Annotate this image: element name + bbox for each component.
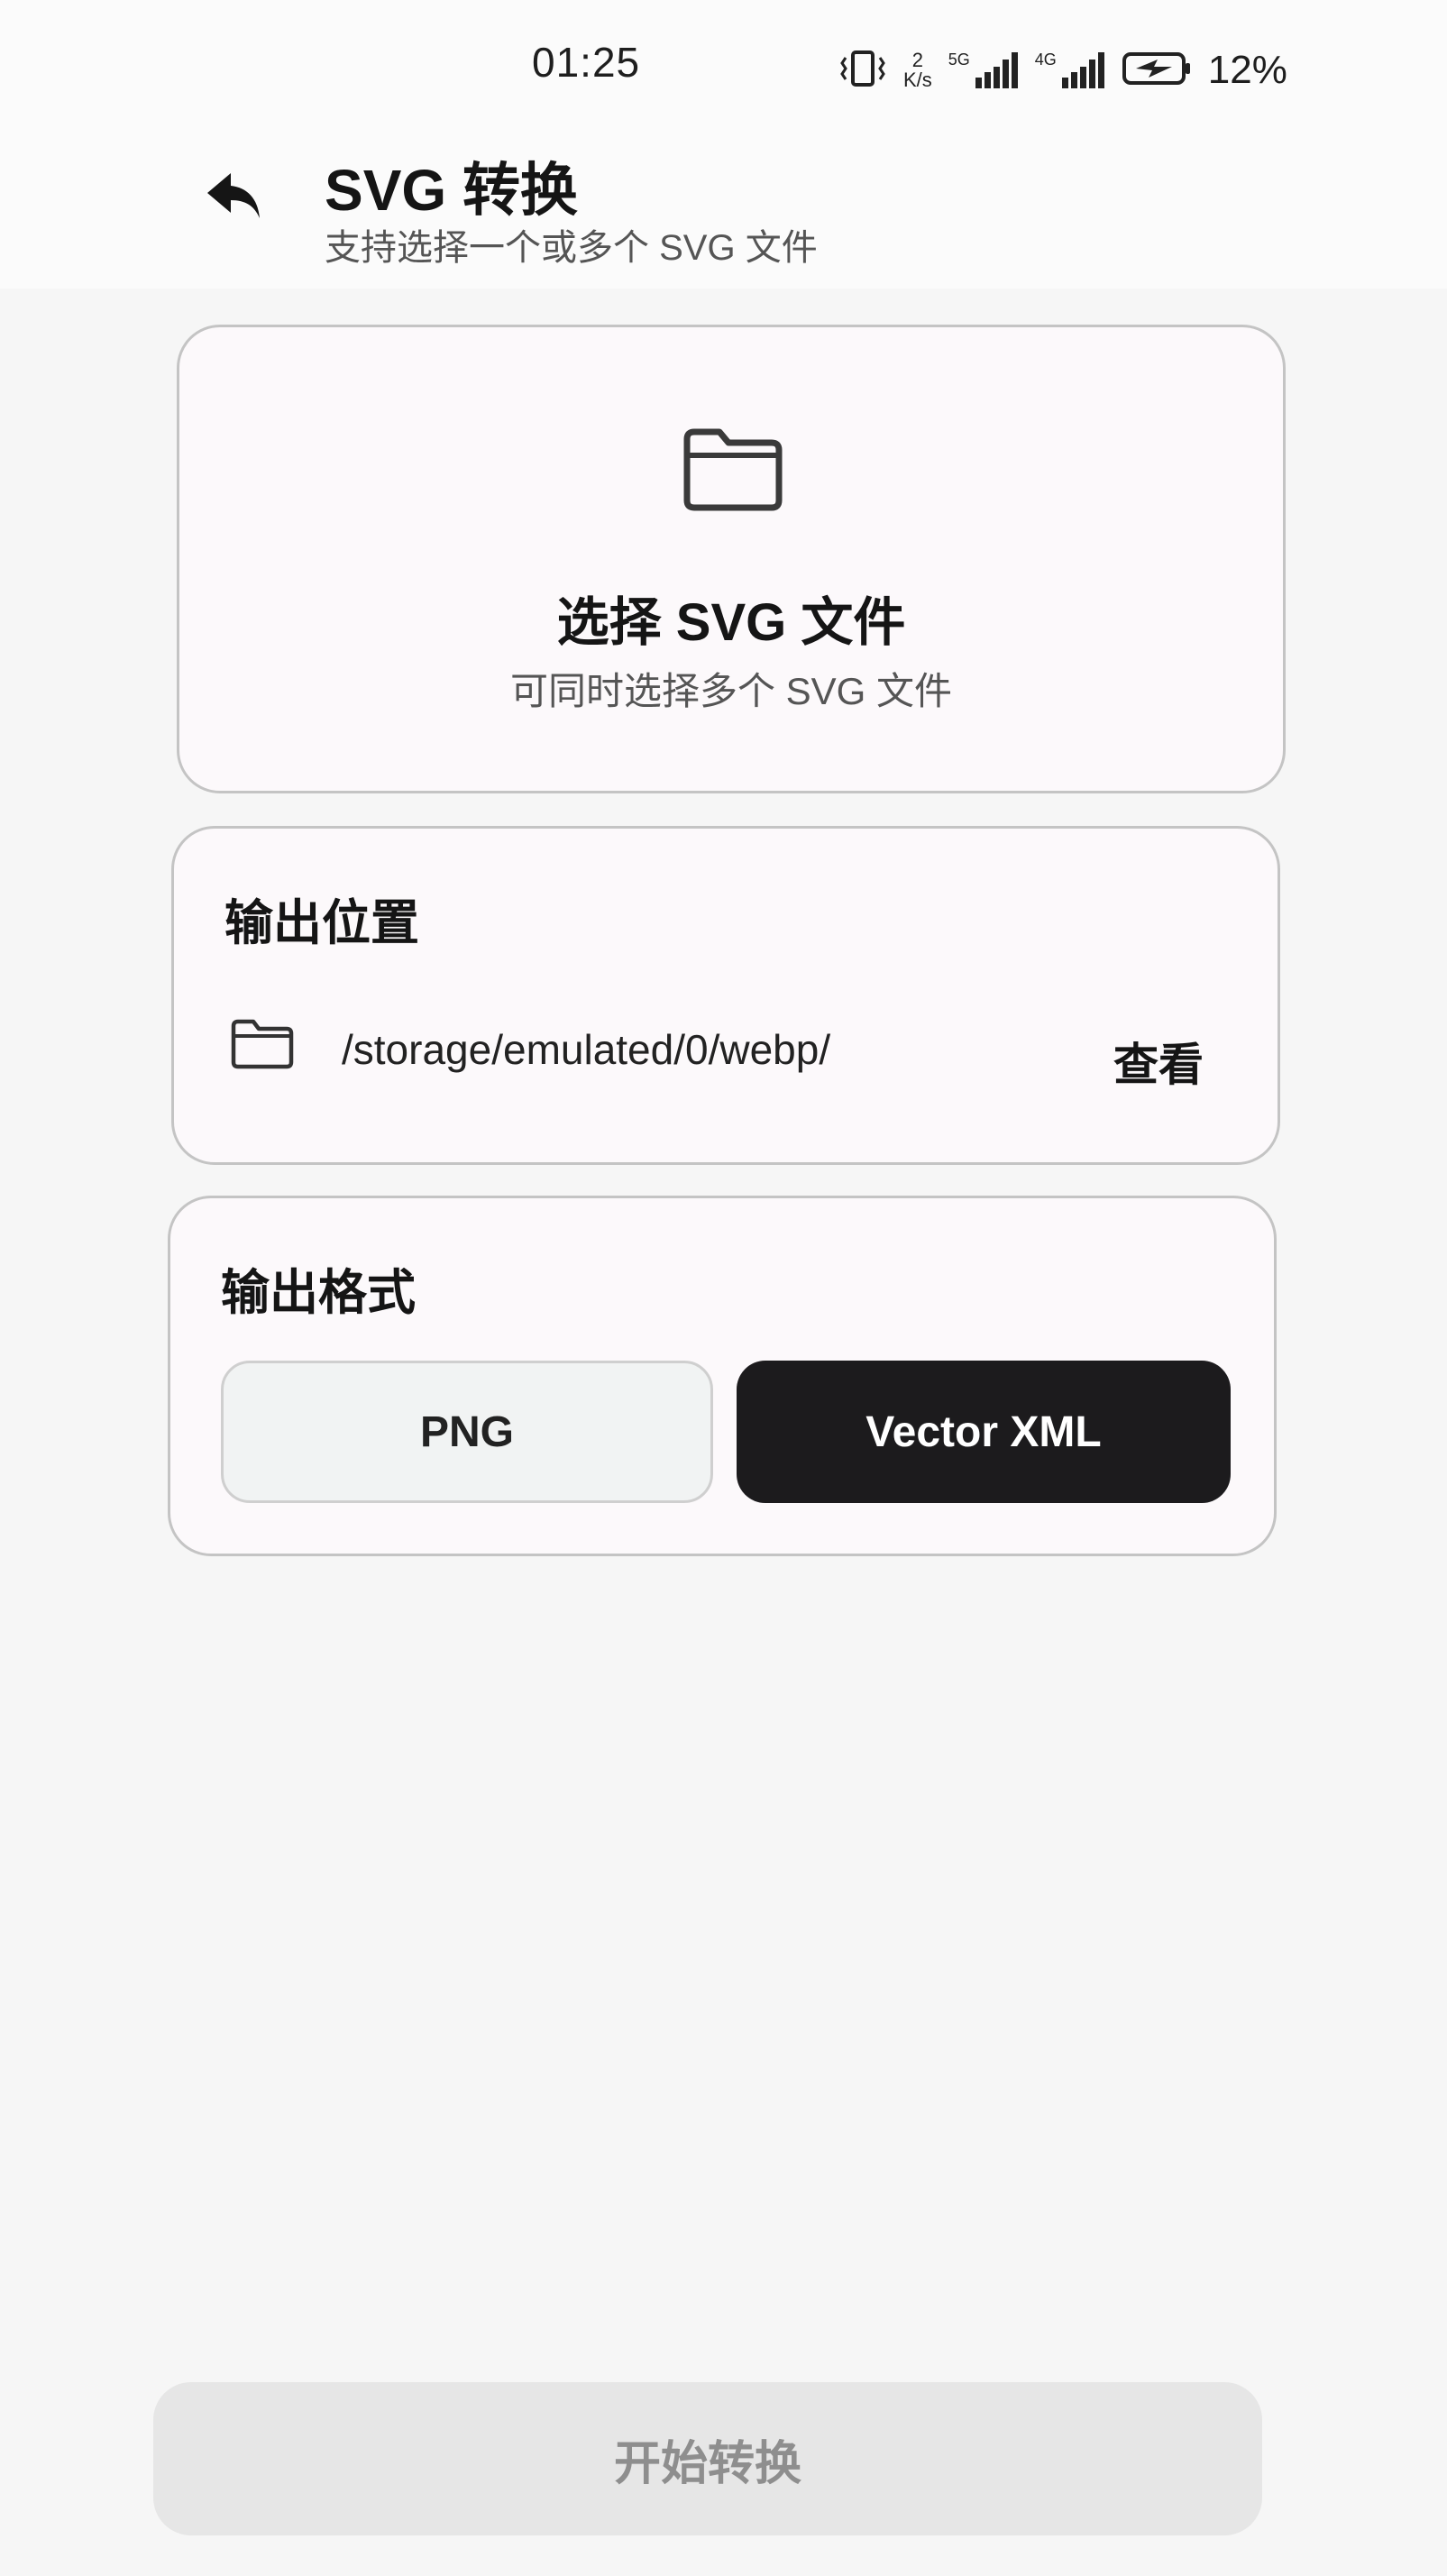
folder-icon (680, 426, 786, 518)
page-subtitle: 支持选择一个或多个 SVG 文件 (325, 228, 818, 268)
start-conversion-button[interactable]: 开始转换 (153, 2382, 1262, 2535)
signal-icon: 4G (1035, 50, 1105, 90)
output-path: /storage/emulated/0/webp/ (342, 1026, 831, 1073)
status-bar: 01:25 2 K/s 5G 4G 12% (0, 0, 1447, 135)
format-png-option[interactable]: PNG (221, 1361, 713, 1503)
back-arrow-icon (207, 173, 260, 218)
back-button[interactable] (198, 162, 270, 234)
output-format-card: 输出格式 PNG Vector XML (168, 1196, 1277, 1556)
status-icons: 2 K/s 5G 4G 12% (838, 43, 1287, 97)
view-output-button[interactable]: 查看 (1113, 1029, 1204, 1094)
battery-level: 12% (1207, 48, 1287, 92)
net-speed-unit: K/s (903, 69, 932, 91)
signal-icon: 5G (948, 50, 1019, 90)
select-svg-subtitle: 可同时选择多个 SVG 文件 (509, 670, 953, 712)
app-header: SVG 转换 支持选择一个或多个 SVG 文件 (0, 135, 1447, 289)
battery-charging-icon (1122, 49, 1192, 93)
output-location-title: 输出位置 (224, 896, 419, 950)
net-speed-value: 2 (911, 49, 924, 71)
output-location-card: 输出位置 /storage/emulated/0/webp/ 查看 (171, 826, 1280, 1165)
format-vector-xml-option[interactable]: Vector XML (737, 1361, 1231, 1503)
select-svg-files-card[interactable]: 选择 SVG 文件 可同时选择多个 SVG 文件 (177, 325, 1286, 793)
status-time: 01:25 (532, 39, 641, 86)
output-format-title: 输出格式 (221, 1266, 416, 1320)
page-title: SVG 转换 (325, 158, 578, 223)
folder-icon (230, 1018, 295, 1075)
net-speed: 2 K/s (903, 50, 932, 90)
vibrate-icon (838, 49, 887, 93)
select-svg-title: 选择 SVG 文件 (556, 593, 906, 652)
